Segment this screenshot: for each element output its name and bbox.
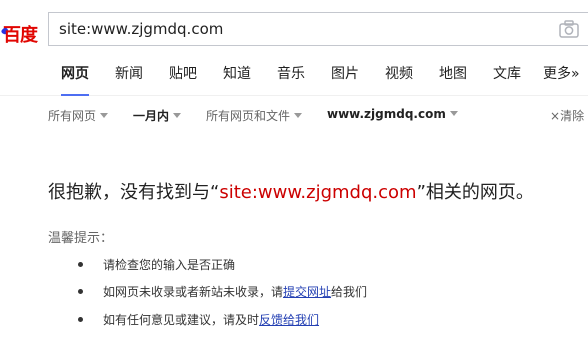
filter-all-pages-label: 所有网页 [48,109,97,123]
tips-title: 温馨提示： [48,231,114,246]
clear-filters-button[interactable]: ×清除 [550,107,584,124]
tip-text-2-prefix: 如网页未收录或者新站未收录，请 [103,285,284,299]
filter-time[interactable]: 一月内 [133,107,182,124]
tip-text-1: 请检查您的输入是否正确 [103,258,236,272]
tip-text-3-prefix: 如有任何意见或建议，请及时 [103,313,260,327]
tab-music[interactable]: 音乐 [277,58,305,96]
filter-site[interactable]: www.zjgmdq.com [327,107,458,121]
caret-down-icon [449,111,458,116]
tab-zhidao[interactable]: 知道 [223,58,251,96]
clear-label: 清除 [560,109,585,123]
filter-bar: 所有网页 一月内 所有网页和文件 www.zjgmdq.com ×清除 [0,100,588,130]
feedback-link[interactable]: 反馈给我们 [259,313,319,327]
filter-all-pages[interactable]: 所有网页 [48,107,109,124]
filter-file-type[interactable]: 所有网页和文件 [206,107,303,124]
header: 百度 site:www.zjgmdq.com [0,0,588,58]
filter-site-label: www.zjgmdq.com [327,107,446,121]
tip-item-1: 请检查您的输入是否正确 [78,256,235,273]
close-icon: × [550,109,561,123]
bullet-icon [78,262,83,267]
tab-map[interactable]: 地图 [439,58,467,96]
no-results-prefix: 很抱歉，没有找到与 [48,182,210,203]
no-results-suffix: 相关的网页。 [425,182,534,203]
no-results-query: site:www.zjgmdq.com [219,182,417,203]
tab-web[interactable]: 网页 [61,58,89,96]
open-quote: “ [210,182,220,203]
logo-text: 百度 [3,25,38,44]
tip-text-2-suffix: 给我们 [331,285,368,299]
search-input[interactable]: site:www.zjgmdq.com [59,13,223,45]
filter-time-label: 一月内 [133,109,170,123]
caret-down-icon [173,113,182,118]
bullet-icon [78,289,83,294]
search-box[interactable]: site:www.zjgmdq.com [48,12,588,46]
tip-item-2: 如网页未收录或者新站未收录，请提交网址给我们 [78,283,367,300]
tab-more[interactable]: 更多» [543,58,580,96]
tab-news[interactable]: 新闻 [115,58,143,96]
tab-tieba[interactable]: 贴吧 [169,58,197,96]
submit-url-link[interactable]: 提交网址 [283,285,331,299]
tab-images[interactable]: 图片 [331,58,359,96]
camera-icon[interactable] [559,20,579,38]
search-tabs: 网页 新闻 贴吧 知道 音乐 图片 视频 地图 文库 更多» [0,58,588,96]
filter-file-type-label: 所有网页和文件 [206,109,291,123]
bullet-icon [78,317,83,322]
caret-down-icon [100,113,109,118]
tab-video[interactable]: 视频 [385,58,413,96]
tab-wenku[interactable]: 文库 [493,58,521,96]
caret-down-icon [294,113,303,118]
no-results-message: 很抱歉，没有找到与“site:www.zjgmdq.com”相关的网页。 [48,178,534,204]
close-quote: ” [416,182,426,203]
tip-item-3: 如有任何意见或建议，请及时反馈给我们 [78,311,319,328]
baidu-logo[interactable]: 百度 [0,20,40,44]
